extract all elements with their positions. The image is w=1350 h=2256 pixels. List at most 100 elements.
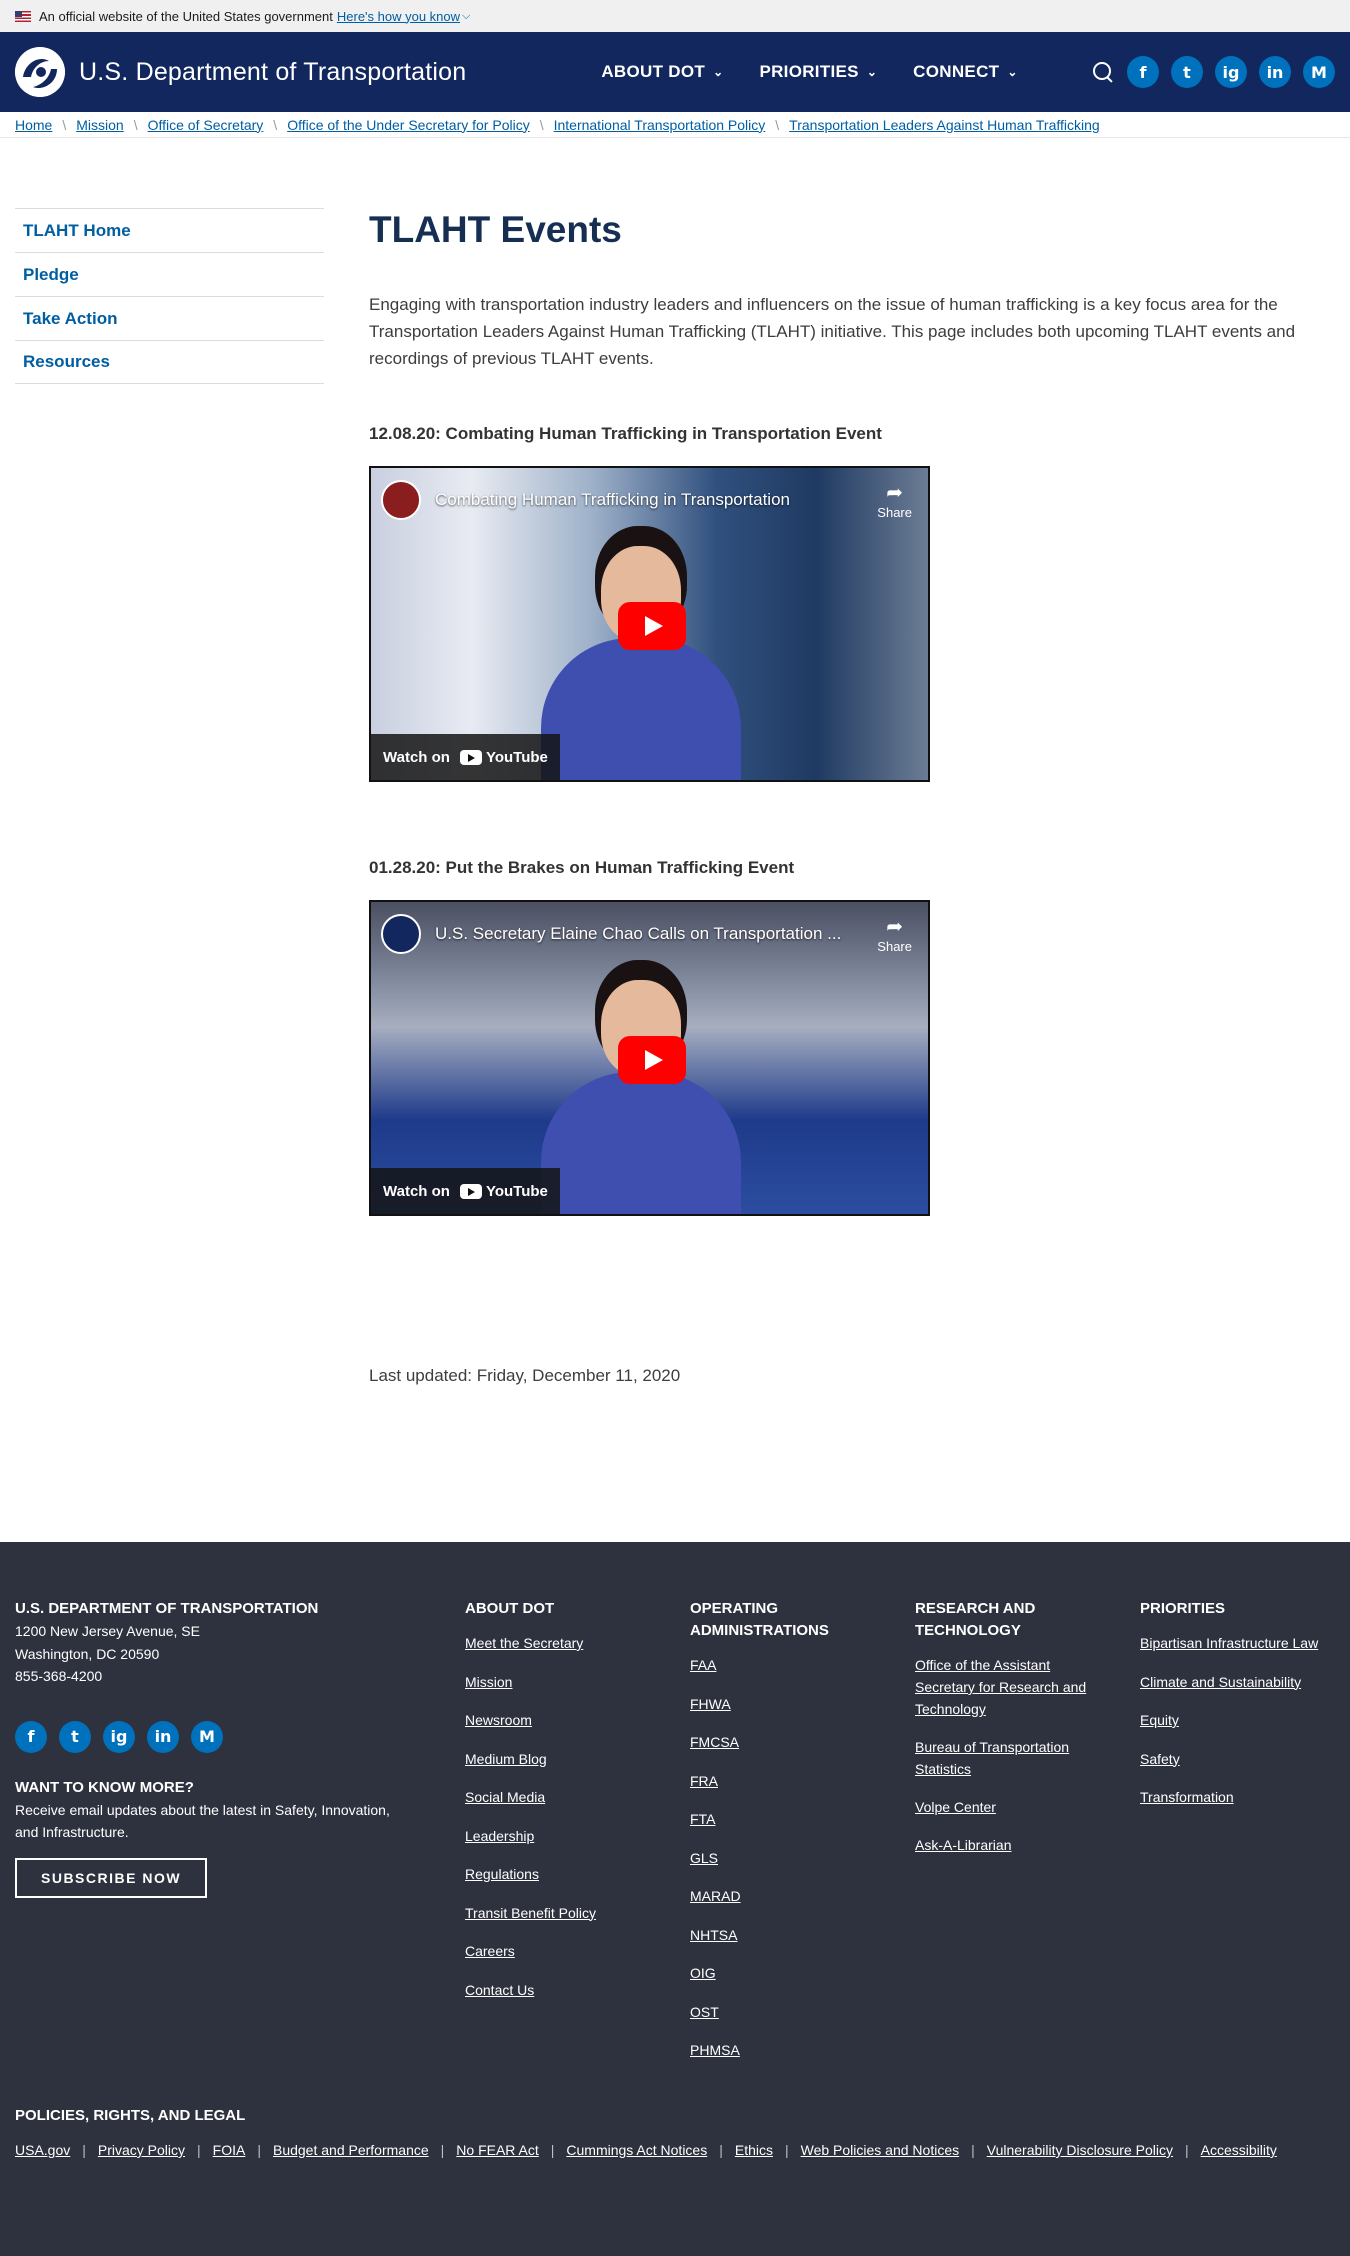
- legal-link[interactable]: Privacy Policy: [98, 2142, 185, 2158]
- share-button[interactable]: ➦ Share: [877, 914, 912, 954]
- watch-on-youtube-button[interactable]: Watch on YouTube: [371, 734, 560, 780]
- footer-link[interactable]: NHTSA: [690, 1924, 860, 1946]
- twitter-icon[interactable]: t: [59, 1720, 91, 1753]
- subscribe-now-button[interactable]: SUBSCRIBE NOW: [15, 1857, 208, 1898]
- facebook-icon[interactable]: f: [1127, 56, 1159, 88]
- watch-on-label: Watch on: [383, 748, 450, 766]
- breadcrumb-separator: \: [62, 116, 67, 133]
- breadcrumb-mission[interactable]: Mission: [76, 117, 123, 133]
- watch-on-youtube-button[interactable]: Watch on YouTube: [371, 1168, 560, 1214]
- heres-how-you-know-link[interactable]: Here's how you know: [337, 9, 460, 24]
- footer-link[interactable]: Transit Benefit Policy: [465, 1902, 665, 1924]
- footer-link[interactable]: Leadership: [465, 1825, 665, 1847]
- footer-link[interactable]: Bipartisan Infrastructure Law: [1140, 1632, 1340, 1654]
- instagram-icon[interactable]: ig: [103, 1720, 135, 1753]
- sidebar-item-pledge[interactable]: Pledge: [15, 252, 324, 296]
- breadcrumb-tlaht[interactable]: Transportation Leaders Against Human Tra…: [789, 117, 1100, 133]
- legal-link[interactable]: Web Policies and Notices: [801, 2142, 959, 2158]
- nav-priorities[interactable]: PRIORITIES ⌄: [759, 62, 877, 82]
- play-button[interactable]: [618, 602, 686, 650]
- facebook-icon[interactable]: f: [15, 1720, 47, 1753]
- nav-connect[interactable]: CONNECT ⌄: [913, 62, 1018, 82]
- channel-avatar[interactable]: [381, 480, 421, 520]
- share-icon: ➦: [886, 482, 904, 504]
- footer-link[interactable]: Ask-A-Librarian: [915, 1834, 1095, 1856]
- sidebar-item-tlaht-home[interactable]: TLAHT Home: [15, 208, 324, 252]
- footer-link[interactable]: FTA: [690, 1808, 860, 1830]
- legal-link[interactable]: FOIA: [213, 2142, 246, 2158]
- footer-link[interactable]: Social Media: [465, 1786, 665, 1808]
- footer-link[interactable]: FHWA: [690, 1693, 860, 1715]
- footer-link[interactable]: Medium Blog: [465, 1748, 665, 1770]
- footer-link[interactable]: Contact Us: [465, 1979, 665, 2001]
- youtube-logo-icon: YouTube: [459, 1183, 548, 1200]
- footer-operating-administrations: OPERATING ADMINISTRATIONS FAA FHWA FMCSA…: [690, 1598, 860, 2061]
- footer-link[interactable]: Transformation: [1140, 1786, 1340, 1808]
- legal-link[interactable]: Budget and Performance: [273, 2142, 429, 2158]
- chevron-down-icon[interactable]: ⌵: [462, 10, 470, 23]
- sidebar-item-take-action[interactable]: Take Action: [15, 296, 324, 340]
- instagram-icon[interactable]: ig: [1215, 56, 1247, 88]
- linkedin-icon[interactable]: in: [1259, 56, 1291, 88]
- share-button[interactable]: ➦ Share: [877, 480, 912, 520]
- footer-priorities: PRIORITIES Bipartisan Infrastructure Law…: [1140, 1598, 1340, 1808]
- footer-link[interactable]: Safety: [1140, 1748, 1340, 1770]
- footer-link[interactable]: FRA: [690, 1770, 860, 1792]
- legal-link[interactable]: Accessibility: [1201, 2142, 1277, 2158]
- footer-link[interactable]: OIG: [690, 1962, 860, 1984]
- nav-about-dot[interactable]: ABOUT DOT ⌄: [601, 62, 723, 82]
- legal-link[interactable]: Cummings Act Notices: [566, 2142, 707, 2158]
- event-heading: 12.08.20: Combating Human Trafficking in…: [369, 424, 882, 443]
- play-button[interactable]: [618, 1036, 686, 1084]
- video-title[interactable]: U.S. Secretary Elaine Chao Calls on Tran…: [435, 924, 841, 944]
- dot-logo-icon[interactable]: [15, 47, 65, 97]
- footer-link[interactable]: PHMSA: [690, 2039, 860, 2061]
- footer-research-technology: RESEARCH AND TECHNOLOGY Office of the As…: [915, 1598, 1095, 1856]
- legal-link[interactable]: Vulnerability Disclosure Policy: [987, 2142, 1173, 2158]
- channel-avatar[interactable]: [381, 914, 421, 954]
- linkedin-icon[interactable]: in: [147, 1720, 179, 1753]
- footer-link[interactable]: Climate and Sustainability: [1140, 1671, 1340, 1693]
- footer-link[interactable]: GLS: [690, 1847, 860, 1869]
- footer-link[interactable]: Mission: [465, 1671, 665, 1693]
- medium-icon[interactable]: M: [191, 1720, 223, 1753]
- footer-priorities-heading: PRIORITIES: [1140, 1600, 1226, 1617]
- footer-link[interactable]: Careers: [465, 1940, 665, 1962]
- sidebar-item-resources[interactable]: Resources: [15, 340, 324, 384]
- link-separator: |: [1184, 2142, 1189, 2158]
- legal-link[interactable]: Ethics: [735, 2142, 773, 2158]
- link-separator: |: [440, 2142, 445, 2158]
- search-icon[interactable]: [1092, 61, 1114, 83]
- youtube-embed[interactable]: U.S. Secretary Elaine Chao Calls on Tran…: [369, 900, 930, 1216]
- footer-link[interactable]: Office of the Assistant Secretary for Re…: [915, 1654, 1095, 1720]
- breadcrumb: Home \ Mission \ Office of Secretary \ Offi…: [0, 112, 1350, 138]
- footer-link[interactable]: FMCSA: [690, 1731, 860, 1753]
- footer-link[interactable]: Equity: [1140, 1709, 1340, 1731]
- footer-link[interactable]: Meet the Secretary: [465, 1632, 665, 1654]
- breadcrumb-office-of-secretary[interactable]: Office of Secretary: [148, 117, 264, 133]
- footer-phone: 855-368-4200: [15, 1668, 103, 1684]
- legal-link[interactable]: No FEAR Act: [456, 2142, 538, 2158]
- chevron-down-icon: ⌄: [866, 65, 878, 79]
- footer-legal-links: USA.gov | Privacy Policy | FOIA | Budget an…: [15, 2142, 1335, 2158]
- breadcrumb-separator: \: [133, 116, 138, 133]
- video-title[interactable]: Combating Human Trafficking in Transport…: [435, 490, 790, 510]
- event-heading: 01.28.20: Put the Brakes on Human Traffi…: [369, 858, 795, 877]
- legal-link[interactable]: USA.gov: [15, 2142, 70, 2158]
- site-title[interactable]: U.S. Department of Transportation: [79, 58, 466, 87]
- twitter-icon[interactable]: t: [1171, 56, 1203, 88]
- youtube-embed[interactable]: Combating Human Trafficking in Transport…: [369, 466, 930, 782]
- footer-link[interactable]: Volpe Center: [915, 1796, 1095, 1818]
- footer-legal: POLICIES, RIGHTS, AND LEGAL USA.gov | Pri…: [15, 2105, 1335, 2158]
- footer-link[interactable]: Bureau of Transportation Statistics: [915, 1736, 1095, 1780]
- medium-icon[interactable]: M: [1303, 56, 1335, 88]
- breadcrumb-under-secretary[interactable]: Office of the Under Secretary for Policy: [287, 117, 530, 133]
- footer-link[interactable]: FAA: [690, 1654, 860, 1676]
- footer-link[interactable]: MARAD: [690, 1885, 860, 1907]
- footer-link[interactable]: Regulations: [465, 1863, 665, 1885]
- link-separator: |: [197, 2142, 201, 2158]
- footer-link[interactable]: Newsroom: [465, 1709, 665, 1731]
- footer-link[interactable]: OST: [690, 2001, 860, 2023]
- breadcrumb-international-policy[interactable]: International Transportation Policy: [554, 117, 766, 133]
- breadcrumb-home[interactable]: Home: [15, 117, 52, 133]
